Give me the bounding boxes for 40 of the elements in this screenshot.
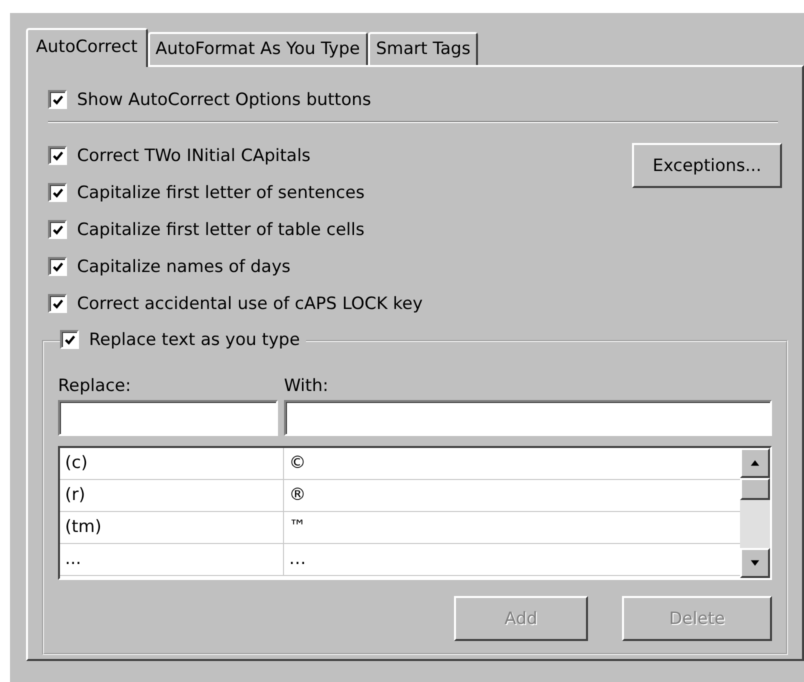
checkbox[interactable] [48,257,67,276]
exceptions-button[interactable]: Exceptions... [632,143,782,188]
scrollbar-thumb[interactable] [740,478,770,500]
tab[interactable]: AutoCorrect [26,28,148,67]
checkbox-label: Replace text as you type [89,330,300,350]
checkmark-icon [64,334,76,346]
checkbox[interactable] [48,220,67,239]
checkbox-label: Correct TWo INitial CApitals [77,146,311,166]
scroll-up-icon[interactable] [740,448,770,478]
tab[interactable]: Smart Tags [368,32,478,65]
checkmark-icon [52,224,64,236]
checkmark-icon [52,94,64,106]
table-cell-text: ™ [288,516,307,539]
checkmark-icon [52,298,64,310]
table-cell-text: … [288,548,307,571]
table-cell: (c) [60,448,284,479]
checkbox-label: Capitalize first letter of sentences [77,182,365,202]
checkbox-label: Capitalize first letter of table cells [77,220,364,240]
checkbox-label: Correct accidental use of cAPS LOCK key [77,294,423,314]
table-cell-text: ® [288,484,307,507]
tab[interactable]: AutoFormat As You Type [148,32,368,65]
checkbox[interactable] [48,90,67,109]
checkmark-icon [52,186,64,198]
checkmark-icon [52,260,64,272]
checkbox[interactable] [48,146,67,165]
checkbox[interactable] [48,183,67,202]
checkbox-label: Show AutoCorrect Options buttons [77,90,372,110]
checkbox-label: Capitalize names of days [77,256,291,276]
checkbox[interactable] [48,294,67,313]
checkmark-icon [52,150,64,162]
table-cell: (r) [60,480,284,511]
scroll-down-icon[interactable] [740,548,770,578]
checkbox[interactable] [60,330,79,349]
field-label: Replace: [58,376,132,396]
table-cell-text: © [288,452,307,475]
table-cell: (tm) [60,512,284,543]
replace-field[interactable] [58,400,278,436]
table-cell: ... [60,544,284,575]
field-label: With: [284,376,330,396]
with-field[interactable] [284,400,772,436]
